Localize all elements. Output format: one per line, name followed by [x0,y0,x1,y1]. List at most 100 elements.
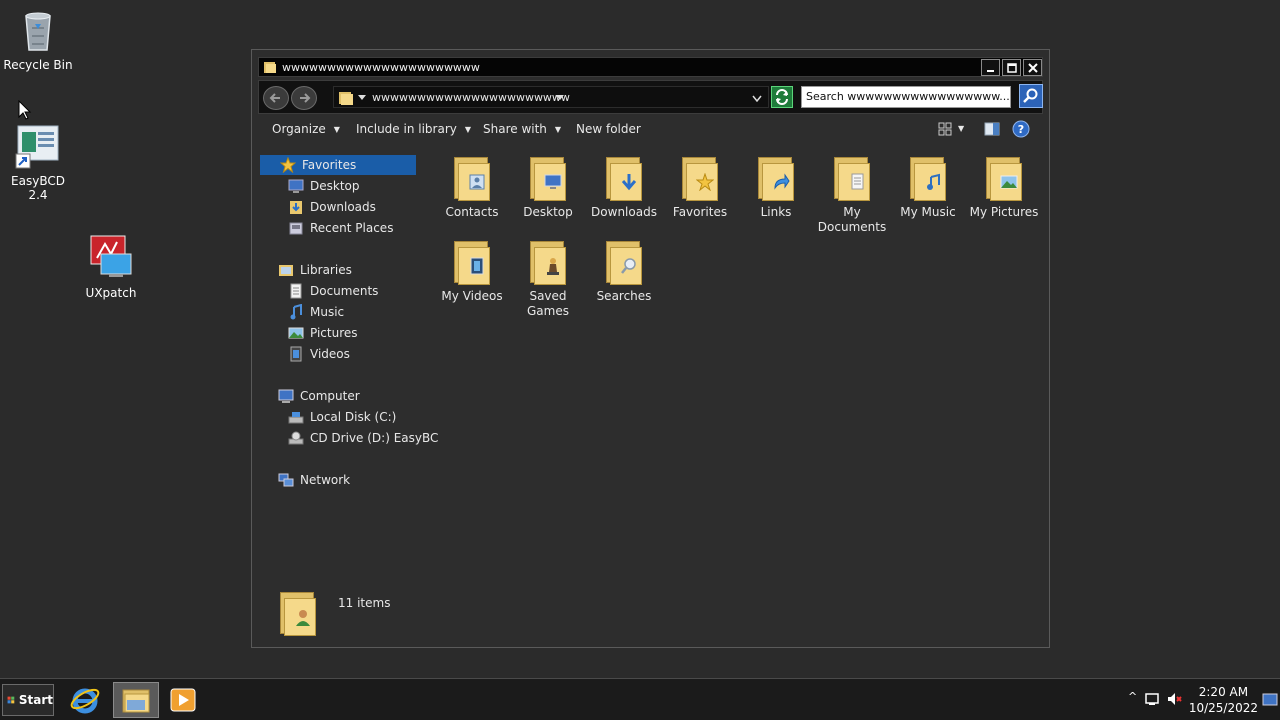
history-dropdown-icon[interactable] [752,95,762,102]
folder-item[interactable]: Favorites [662,155,738,220]
internet-explorer-button[interactable] [62,682,108,718]
user-folder-icon [278,590,318,636]
nav-item-computer[interactable]: Computer [278,386,360,406]
folder-label: Contacts [445,205,499,219]
hard-drive-icon [288,409,304,425]
action-center-icon[interactable] [1144,691,1160,707]
folder-label: My Music [900,205,956,219]
search-input[interactable]: Search wwwwwwwwwwwwwwwww... [801,86,1011,108]
back-button[interactable] [263,86,289,110]
preview-pane-icon[interactable] [984,121,1000,137]
taskbar: Start ^ 2:20 AM 10/25/2022 [0,678,1280,720]
search-icon [1023,88,1038,103]
file-explorer-button[interactable] [113,682,159,718]
folder-item[interactable]: Desktop [510,155,586,220]
nav-item-cd-drive[interactable]: CD Drive (D:) EasyBC [288,428,438,448]
folder-item[interactable]: Saved Games [510,239,586,319]
minimize-button[interactable] [981,59,1000,76]
nav-item-downloads[interactable]: Downloads [288,197,376,217]
folder-item[interactable]: My Videos [434,239,510,304]
chevron-down-icon: ▼ [554,125,562,134]
nav-item-documents[interactable]: Documents [288,281,378,301]
nav-item-recent-places[interactable]: Recent Places [288,218,393,238]
folder-icon [756,155,796,201]
nav-item-videos[interactable]: Videos [288,344,350,364]
desktop-icon-label: UXpatch [85,286,137,300]
folder-label: My Videos [441,289,503,303]
maximize-button[interactable] [1002,59,1021,76]
recent-places-icon [288,220,304,236]
nav-item-libraries[interactable]: Libraries [278,260,352,280]
folder-item[interactable]: Downloads [586,155,662,220]
search-button[interactable] [1019,84,1043,108]
show-hidden-icons-icon[interactable]: ^ [1128,690,1137,703]
media-player-button[interactable] [160,682,206,718]
nav-item-favorites[interactable]: Favorites [260,155,416,175]
contacts-icon [469,174,485,190]
view-dropdown-icon[interactable]: ▼ [958,124,964,133]
share-with-menu[interactable]: Share with ▼ [483,122,561,136]
nav-item-desktop[interactable]: Desktop [288,176,360,196]
folder-label: My Pictures [969,205,1039,219]
folder-label: Saved Games [527,289,569,318]
back-arrow-icon [269,93,280,103]
nav-item-music[interactable]: Music [288,302,344,322]
navigation-pane: Favorites Desktop Downloads Recent Place… [258,152,438,492]
folder-item[interactable]: My Pictures [966,155,1042,220]
view-options-icon[interactable] [938,122,952,136]
folder-item[interactable]: My Documents [814,155,890,235]
windows-logo-icon [7,696,15,704]
nav-item-local-disk[interactable]: Local Disk (C:) [288,407,396,427]
folder-icon [528,155,568,201]
chevron-down-icon[interactable] [556,95,564,101]
start-button[interactable]: Start [2,684,54,716]
folder-icon [984,155,1024,201]
star-icon [279,156,297,174]
nav-item-pictures[interactable]: Pictures [288,323,358,343]
volume-muted-icon[interactable] [1166,691,1182,707]
new-folder-button[interactable]: New folder [576,122,641,136]
share-with-label: Share with [483,122,547,136]
nav-item-network[interactable]: Network [278,470,350,490]
close-button[interactable] [1023,59,1042,76]
downloads-icon [288,199,304,215]
computer-icon [278,388,294,404]
magnifier-icon [621,258,636,274]
organize-label: Organize [272,122,326,136]
forward-arrow-icon [300,93,311,103]
nav-label: Documents [310,284,379,298]
explorer-window[interactable]: wwwwwwwwwwwwwwwwwwwwww wwwwwwwwwwwwwwwww… [251,49,1050,648]
desktop-icon-uxpatch[interactable]: UXpatch [73,234,149,300]
nav-label: Network [300,473,351,487]
organize-menu[interactable]: Organize ▼ [272,122,340,136]
clock[interactable]: 2:20 AM 10/25/2022 [1189,684,1258,716]
chevron-down-icon[interactable] [358,95,366,101]
clock-date: 10/25/2022 [1188,701,1258,715]
help-icon[interactable]: ? [1012,120,1030,138]
folder-item[interactable]: Contacts [434,155,510,220]
desktop-icon-easybcd[interactable]: EasyBCD 2.4 [0,122,76,202]
forward-button[interactable] [291,86,317,110]
nav-label: Favorites [302,158,357,172]
address-bar[interactable]: wwwwwwwwwwwwwwwwwwwwww [333,86,769,108]
clock-time: 2:20 AM [1198,685,1249,699]
maximize-icon [1006,62,1017,73]
folder-label: Favorites [672,205,728,219]
refresh-button[interactable] [771,86,793,108]
nav-label: CD Drive (D:) EasyBC [310,431,439,445]
folder-content: Contacts Desktop Downloads Favorites Links My… [424,150,1044,530]
nav-label: Local Disk (C:) [310,410,397,424]
document-icon [851,173,864,190]
include-in-library-menu[interactable]: Include in library ▼ [356,122,471,136]
title-bar[interactable]: wwwwwwwwwwwwwwwwwwwwww [258,57,1043,77]
show-desktop-icon[interactable] [1262,692,1278,708]
desktop-icon-recycle-bin[interactable]: Recycle Bin [0,6,76,72]
folder-item[interactable]: My Music [890,155,966,220]
nav-label: Music [310,305,345,319]
nav-label: Downloads [310,200,376,214]
folder-item[interactable]: Searches [586,239,662,304]
item-count: 11 items [338,596,391,610]
folder-item[interactable]: Links [738,155,814,220]
breadcrumb[interactable]: wwwwwwwwwwwwwwwwwwwwww [372,91,570,104]
folder-label: Downloads [591,205,657,219]
